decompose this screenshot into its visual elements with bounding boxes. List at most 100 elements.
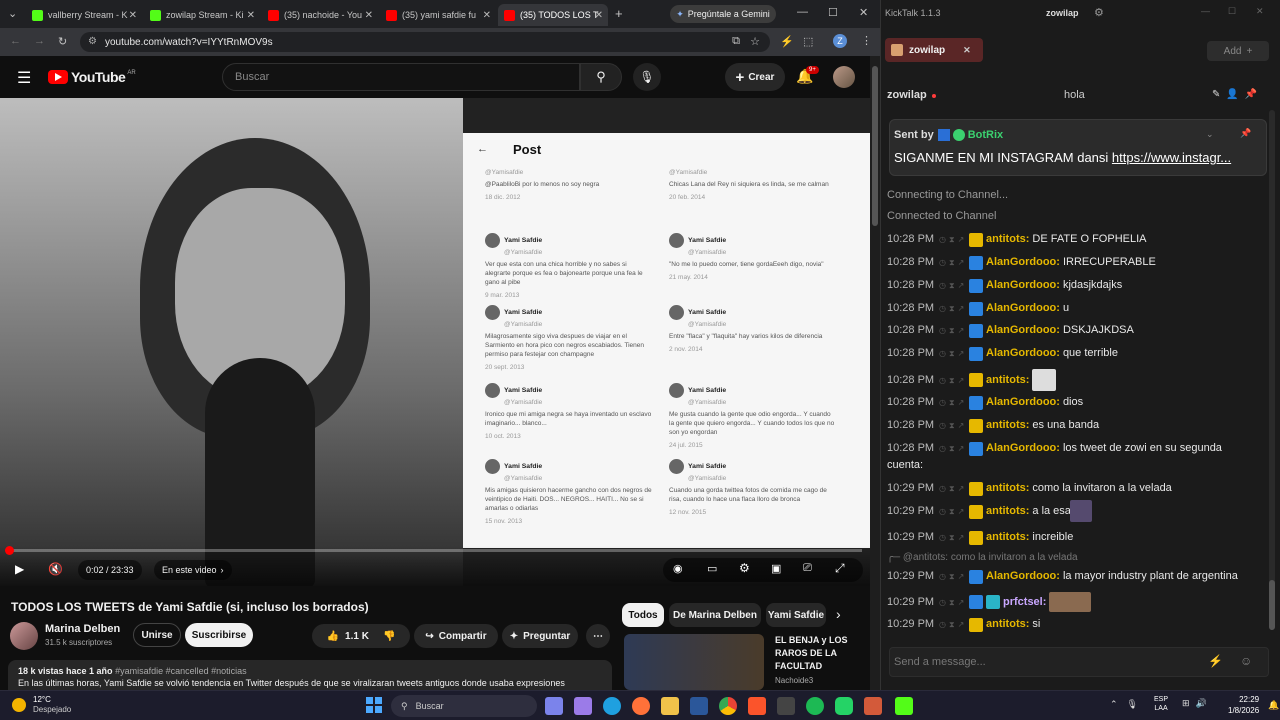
chevron-down-icon[interactable]: ⌄ bbox=[1206, 129, 1214, 140]
chat-username[interactable]: AlanGordooo: bbox=[986, 301, 1060, 316]
chip-topic[interactable]: Yami Safdie bbox=[766, 603, 826, 627]
language-indicator[interactable]: ESP LAA bbox=[1154, 695, 1168, 713]
chat-input[interactable]: Send a message... ⚡ ☺ bbox=[889, 647, 1269, 677]
chat-username[interactable]: antitots: bbox=[986, 373, 1029, 388]
youtube-logo[interactable]: YouTube AR bbox=[48, 69, 136, 85]
autoplay-toggle-icon[interactable]: ◉ bbox=[673, 562, 683, 575]
tab-5[interactable]: (35) TODOS LOS T ✕ bbox=[498, 4, 608, 26]
close-tab-icon[interactable]: ✕ bbox=[963, 45, 971, 56]
mod-actions-icon[interactable]: ◷⧗↗ bbox=[939, 530, 969, 545]
chat-username[interactable]: antitots: bbox=[986, 232, 1029, 247]
close-icon[interactable]: ✕ bbox=[365, 10, 373, 21]
mod-actions-icon[interactable]: ◷⧗↗ bbox=[939, 395, 969, 410]
tab-1[interactable]: vallberry Stream - K ✕ bbox=[26, 4, 142, 26]
settings-gear-icon[interactable]: ⚙ bbox=[1094, 6, 1104, 19]
play-icon[interactable]: ▶ bbox=[15, 562, 24, 576]
subscribe-button[interactable]: Suscribirse bbox=[185, 623, 253, 647]
new-tab-button[interactable]: + bbox=[615, 6, 623, 21]
scrubber-handle[interactable] bbox=[5, 546, 14, 555]
hamburger-menu-icon[interactable]: ☰ bbox=[17, 68, 31, 88]
create-button[interactable]: + Crear bbox=[725, 63, 785, 91]
chat-username[interactable]: AlanGordooo: bbox=[986, 255, 1060, 270]
kicktalk-icon[interactable] bbox=[895, 697, 913, 715]
tab-4[interactable]: (35) yami safdie fu ✕ bbox=[380, 4, 496, 26]
chat-username[interactable]: AlanGordooo: bbox=[986, 395, 1060, 410]
share-button[interactable]: ↪ Compartir bbox=[414, 624, 498, 648]
user-avatar[interactable] bbox=[833, 66, 855, 88]
maximize-button[interactable]: ☐ bbox=[828, 6, 838, 19]
search-input[interactable]: Buscar bbox=[222, 63, 580, 91]
chat-username[interactable]: antitots: bbox=[986, 617, 1029, 632]
description-box[interactable]: 18 k vistas hace 1 año #yamisafdie #canc… bbox=[8, 660, 612, 690]
unpin-icon[interactable]: 📌 bbox=[1240, 128, 1251, 139]
join-button[interactable]: Unirse bbox=[133, 623, 181, 647]
mod-actions-icon[interactable]: ◷⧗↗ bbox=[939, 504, 969, 519]
chat-username[interactable]: antitots: bbox=[986, 504, 1029, 519]
chat-username[interactable]: AlanGordooo: bbox=[986, 441, 1060, 456]
settings-gear-icon[interactable]: ⚙ bbox=[739, 561, 750, 575]
progress-bar[interactable] bbox=[8, 549, 862, 552]
chat-username[interactable]: AlanGordooo: bbox=[986, 569, 1060, 584]
chat-username[interactable]: prfctsel: bbox=[1003, 595, 1046, 610]
taskbar-search[interactable]: ⚲ Buscar bbox=[391, 695, 537, 717]
mod-actions-icon[interactable]: ◷⧗↗ bbox=[939, 441, 969, 456]
mod-actions-icon[interactable]: ◷⧗↗ bbox=[939, 481, 969, 496]
chat-username[interactable]: AlanGordooo: bbox=[986, 278, 1060, 293]
miniplayer-icon[interactable]: ▣ bbox=[771, 562, 781, 575]
mod-actions-icon[interactable]: ◷⧗↗ bbox=[939, 346, 969, 361]
like-icon[interactable]: 👍 bbox=[327, 631, 339, 642]
close-icon[interactable]: ✕ bbox=[595, 10, 603, 21]
bookmark-star-icon[interactable]: ☆ bbox=[750, 35, 760, 48]
video-player[interactable]: ← Post @Yamisafdie @PaabliloBi por lo men… bbox=[0, 98, 870, 586]
channel-avatar[interactable] bbox=[10, 622, 38, 650]
mod-actions-icon[interactable]: ◷⧗↗ bbox=[939, 255, 969, 270]
tab-list-icon[interactable]: ⌄ bbox=[8, 7, 17, 20]
pinned-message[interactable]: Sent by BotRix ⌄ 📌 SIGANME EN MI INSTAGR… bbox=[889, 119, 1267, 176]
spotify-icon[interactable] bbox=[806, 697, 824, 715]
chip-channel[interactable]: De Marina Delben bbox=[669, 603, 761, 627]
copilot-icon[interactable] bbox=[574, 697, 592, 715]
clock[interactable]: 22:29 1/8/2026 bbox=[1228, 694, 1259, 716]
address-bar[interactable]: ⚙ youtube.com/watch?v=IYYtRnMOV9s ⧉ ☆ bbox=[80, 32, 770, 52]
weather-temp[interactable]: 12°C bbox=[33, 695, 51, 704]
close-icon[interactable]: ✕ bbox=[483, 10, 491, 21]
mod-actions-icon[interactable]: ◷⧗↗ bbox=[939, 232, 969, 247]
chat-scrollbar-thumb[interactable] bbox=[1269, 580, 1275, 630]
recommended-thumbnail[interactable] bbox=[624, 634, 764, 690]
mute-icon[interactable]: 🔇 bbox=[48, 562, 63, 576]
subtitles-icon[interactable]: ▭ bbox=[707, 562, 717, 575]
file-explorer-icon[interactable] bbox=[661, 697, 679, 715]
extensions-puzzle-icon[interactable]: ⬚ bbox=[803, 35, 813, 48]
chat-username[interactable]: AlanGordooo: bbox=[986, 346, 1060, 361]
chip-all[interactable]: Todos bbox=[622, 603, 664, 627]
chapters-button[interactable]: En este video › bbox=[154, 560, 232, 580]
minimize-button[interactable]: — bbox=[1201, 6, 1210, 16]
reload-icon[interactable]: ↻ bbox=[58, 35, 67, 48]
page-scrollbar[interactable] bbox=[870, 56, 880, 690]
mod-actions-icon[interactable]: ◷⧗↗ bbox=[939, 323, 969, 338]
mod-actions-icon[interactable]: ◷⧗↗ bbox=[939, 301, 969, 316]
close-window-button[interactable]: ✕ bbox=[1256, 6, 1264, 17]
recommended-title[interactable]: EL BENJA y LOS RAROS DE LA FACULTAD bbox=[775, 634, 848, 673]
chrome-icon[interactable] bbox=[719, 697, 737, 715]
edge-icon[interactable] bbox=[603, 697, 621, 715]
menu-kebab-icon[interactable]: ⋮ bbox=[861, 34, 872, 47]
chip-scroll-right-icon[interactable]: › bbox=[836, 606, 841, 622]
more-actions-button[interactable]: ⋯ bbox=[586, 624, 610, 648]
cast-icon[interactable]: ⎚ bbox=[803, 562, 812, 575]
close-window-button[interactable]: ✕ bbox=[859, 6, 868, 19]
dislike-icon[interactable]: 👎 bbox=[383, 631, 395, 642]
profile-avatar[interactable]: Z bbox=[833, 34, 847, 48]
channel-name[interactable]: Marina Delben bbox=[45, 623, 120, 635]
fullscreen-icon[interactable]: ⤢ bbox=[835, 561, 845, 576]
app-icon[interactable] bbox=[864, 697, 882, 715]
install-icon[interactable]: ⧉ bbox=[732, 35, 740, 48]
chat-username[interactable]: AlanGordooo: bbox=[986, 323, 1060, 338]
forward-icon[interactable]: → bbox=[34, 35, 45, 47]
chat-username[interactable]: antitots: bbox=[986, 530, 1029, 545]
chat-username[interactable]: antitots: bbox=[986, 418, 1029, 433]
gemini-button[interactable]: ✦ Pregúntale a Gemini bbox=[670, 5, 776, 23]
close-icon[interactable]: ✕ bbox=[129, 10, 137, 21]
extension-icon[interactable]: ⚡ bbox=[780, 35, 794, 48]
back-icon[interactable]: ← bbox=[10, 35, 21, 47]
